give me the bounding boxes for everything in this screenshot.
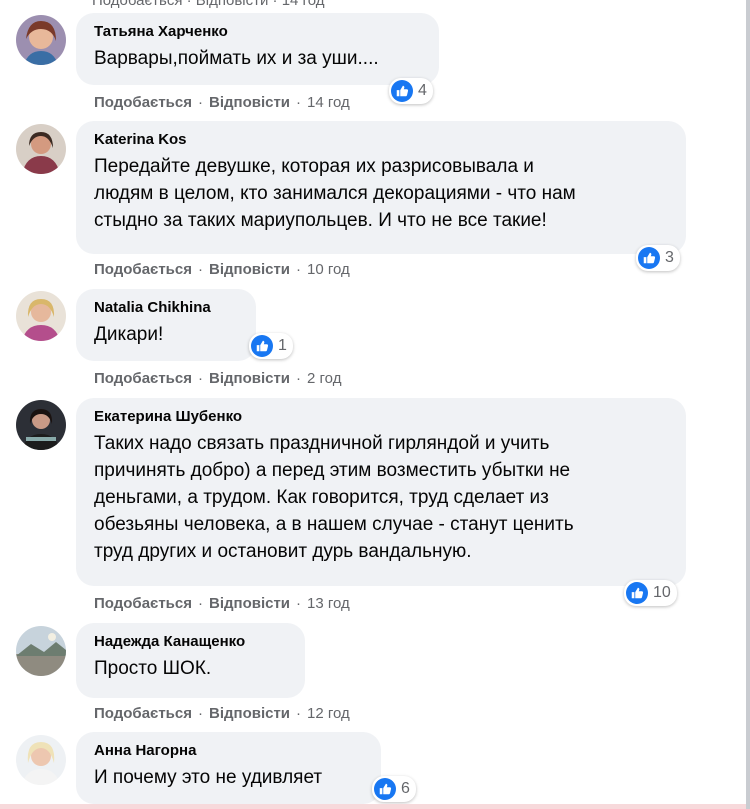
comment-author[interactable]: Екатерина Шубенко: [94, 407, 668, 426]
reaction-count[interactable]: 10: [624, 580, 677, 606]
comment-text: И почему это не удивляет: [94, 767, 323, 788]
like-button[interactable]: Подобається: [94, 595, 192, 612]
comment-actions: Подобається · Відповісти · 13 год: [94, 595, 350, 612]
like-button[interactable]: Подобається: [94, 370, 192, 387]
comment-text-line: труд других и остановит дурь вандальную.: [94, 541, 472, 562]
comment-author[interactable]: Надежда Канащенко: [94, 632, 287, 651]
comment-text-line: Таких надо связать праздничной гирляндой…: [94, 433, 550, 454]
reaction-count[interactable]: 1: [249, 333, 293, 359]
comment-author[interactable]: Katerina Kos: [94, 130, 668, 149]
avatar[interactable]: [16, 400, 66, 450]
reply-button[interactable]: Відповісти: [209, 370, 290, 387]
comment-actions: Подобається · Відповісти · 10 год: [94, 261, 350, 278]
comment-bubble: Анна Нагорна И почему это не удивляет: [76, 732, 381, 804]
thumbs-up-icon: [251, 335, 273, 357]
reply-button[interactable]: Відповісти: [209, 261, 290, 278]
comment-bubble: Natalia Chikhina Дикари!: [76, 289, 256, 361]
scrollbar-track[interactable]: [746, 0, 750, 809]
reply-button[interactable]: Відповісти: [209, 705, 290, 722]
reaction-count[interactable]: 6: [372, 776, 416, 802]
thumbs-up-icon: [391, 80, 413, 102]
comment-text-line: стыдно за таких мариупольцев. И что не в…: [94, 210, 547, 231]
comment-bubble: Katerina Kos Передайте девушке, которая …: [76, 121, 686, 254]
comment-text: Просто ШОК.: [94, 658, 212, 679]
comment-time[interactable]: 12 год: [307, 705, 350, 722]
comment-text-line: Передайте девушке, которая их разрисовыв…: [94, 156, 534, 177]
like-button[interactable]: Подобається: [94, 94, 192, 111]
like-button[interactable]: Подобається: [94, 261, 192, 278]
comment-author[interactable]: Татьяна Харченко: [94, 22, 421, 41]
reaction-count[interactable]: 4: [389, 78, 433, 104]
comment-text: Дикари!: [94, 324, 164, 345]
avatar[interactable]: [16, 15, 66, 65]
thumbs-up-icon: [374, 778, 396, 800]
comment-actions: Подобається · Відповісти · 12 год: [94, 705, 350, 722]
avatar[interactable]: [16, 626, 66, 676]
thumbs-up-icon: [638, 247, 660, 269]
comment-author[interactable]: Анна Нагорна: [94, 741, 363, 760]
bottom-divider: [0, 804, 750, 809]
reply-button[interactable]: Відповісти: [209, 595, 290, 612]
comment-time[interactable]: 10 год: [307, 261, 350, 278]
comment-time[interactable]: 13 год: [307, 595, 350, 612]
comment-bubble: Надежда Канащенко Просто ШОК.: [76, 623, 305, 698]
reaction-count[interactable]: 3: [636, 245, 680, 271]
thumbs-up-icon: [626, 582, 648, 604]
avatar[interactable]: [16, 124, 66, 174]
comment-text-line: причинять добро) а перед этим возместить…: [94, 460, 571, 481]
comment-text-line: обезьяны человека, а в нашем случае - ст…: [94, 514, 574, 535]
comment-author[interactable]: Natalia Chikhina: [94, 298, 238, 317]
comment-time[interactable]: 14 год: [307, 94, 350, 111]
like-button[interactable]: Подобається: [94, 705, 192, 722]
comment-bubble: Екатерина Шубенко Таких надо связать пра…: [76, 398, 686, 586]
comment-time[interactable]: 2 год: [307, 370, 341, 387]
comment-actions: Подобається · Відповісти · 14 год: [94, 94, 350, 111]
comment-text-line: людям в целом, кто занимался декорациями…: [94, 183, 576, 204]
comment-text-line: деньгами, а трудом. Как говорится, труд …: [94, 487, 549, 508]
cut-off-action-row: Подобається · Відповісти · 14 год: [92, 0, 325, 9]
avatar[interactable]: [16, 291, 66, 341]
comment-bubble: Татьяна Харченко Варвары,поймать их и за…: [76, 13, 439, 85]
comment-text: Варвары,поймать их и за уши....: [94, 48, 379, 69]
comment-actions: Подобається · Відповісти · 2 год: [94, 370, 342, 387]
avatar[interactable]: [16, 735, 66, 785]
reply-button[interactable]: Відповісти: [209, 94, 290, 111]
